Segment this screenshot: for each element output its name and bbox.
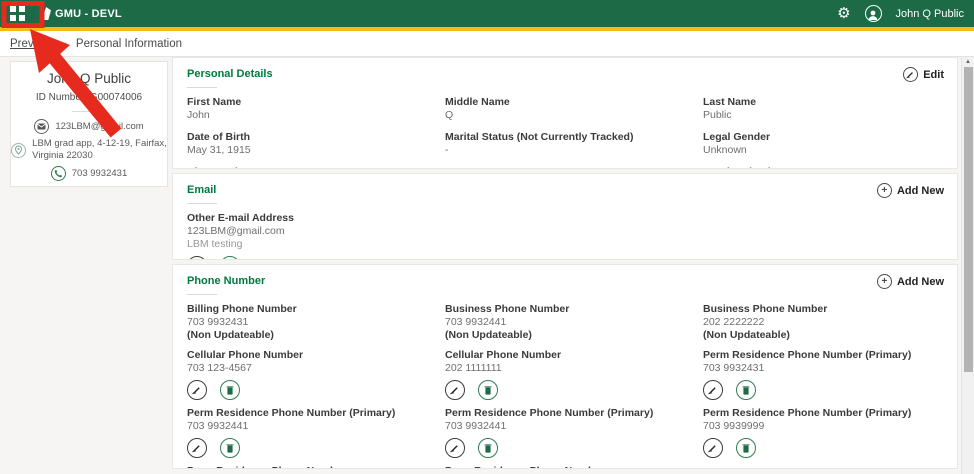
profile-email: 123LBM@gmail.com bbox=[55, 121, 144, 132]
field-chosen-first-name: Chosen First Name- bbox=[187, 166, 445, 168]
edit-personal-details-button[interactable]: Edit bbox=[903, 67, 944, 82]
personal-details-title: Personal Details bbox=[187, 68, 273, 80]
email-entry: Other E-mail Address 123LBM@gmail.com LB… bbox=[187, 212, 943, 259]
app-menu-button[interactable] bbox=[0, 0, 34, 27]
add-email-button[interactable]: + Add New bbox=[876, 183, 944, 198]
edit-entry-button[interactable] bbox=[187, 438, 207, 458]
phone-entry: Cellular Phone Number 703 123-4567 bbox=[187, 349, 445, 400]
field-first-name: First Name John bbox=[187, 96, 242, 121]
location-icon bbox=[11, 142, 27, 158]
app-header: GMU - DEVL ⚙ John Q Public bbox=[0, 0, 974, 27]
email-section: Email + Add New Other E-mail Address 123… bbox=[172, 173, 958, 260]
edit-entry-button[interactable] bbox=[187, 380, 207, 400]
phone-entry: Business Phone Number 703 9932441 (Non Upd… bbox=[445, 303, 570, 341]
phone-entry: Business Phone Number 202 2222222 (Non Upd… bbox=[703, 303, 828, 341]
user-name-label[interactable]: John Q Public bbox=[896, 8, 964, 20]
field-pronouns: Pronouns- bbox=[445, 166, 703, 168]
field-gender-identity: Gender Identity- bbox=[703, 166, 943, 168]
field-middle-name: Middle Name Q bbox=[445, 96, 510, 121]
profile-address-line2: Virginia 22030 bbox=[32, 150, 93, 161]
phone-entry: Billing Phone Number 703 9932431 (Non Upda… bbox=[187, 303, 297, 341]
phone-entry: Perm Residence Phone Number703 9931000 bbox=[445, 465, 703, 468]
add-phone-button[interactable]: + Add New bbox=[876, 274, 944, 289]
breadcrumb-previous-link[interactable]: Previous bbox=[10, 38, 55, 50]
field-last-name: Last Name Public bbox=[703, 96, 757, 121]
field-legal-gender: Legal Gender Unknown bbox=[703, 131, 771, 156]
edit-entry-button[interactable] bbox=[703, 438, 723, 458]
environment-title: GMU - DEVL bbox=[55, 7, 122, 20]
delete-entry-button[interactable] bbox=[220, 256, 240, 259]
profile-name: John Q Public bbox=[46, 71, 132, 86]
breadcrumb-separator: • bbox=[63, 38, 67, 49]
field-marital-status: Marital Status (Not Currently Tracked) - bbox=[445, 131, 634, 156]
profile-card: John Q Public ID Number: G00074006 123LB… bbox=[10, 61, 168, 187]
scrollbar-thumb[interactable] bbox=[964, 67, 973, 372]
email-title: Email bbox=[187, 184, 217, 196]
delete-entry-button[interactable] bbox=[478, 438, 498, 458]
vertical-scrollbar[interactable]: ▲ bbox=[961, 57, 974, 474]
user-avatar-icon[interactable] bbox=[864, 5, 882, 22]
app-logo-icon bbox=[42, 7, 51, 20]
edit-entry-button[interactable] bbox=[187, 256, 207, 259]
phone-entry: Perm Residence Phone Number (Primary) 703… bbox=[187, 407, 445, 458]
delete-entry-button[interactable] bbox=[478, 380, 498, 400]
phone-entry: Perm Residence Phone Number (Primary) 703… bbox=[703, 407, 943, 458]
phone-icon bbox=[50, 166, 66, 181]
profile-phone: 703 9932431 bbox=[71, 168, 128, 179]
breadcrumb: Previous • Personal Information bbox=[0, 31, 974, 57]
grid-menu-icon bbox=[9, 6, 25, 21]
delete-entry-button[interactable] bbox=[220, 380, 240, 400]
phone-section: Phone Number + Add New Billing Phone Num… bbox=[172, 264, 958, 469]
phone-entry: Cellular Phone Number 202 1111111 bbox=[445, 349, 703, 400]
delete-entry-button[interactable] bbox=[736, 380, 756, 400]
plus-icon: + bbox=[876, 274, 892, 289]
phone-entry: Perm Residence Phone Number703 9931000 bbox=[187, 465, 445, 468]
email-icon bbox=[34, 119, 50, 134]
plus-icon: + bbox=[876, 183, 892, 198]
profile-id: ID Number: G00074006 bbox=[35, 92, 143, 103]
personal-details-section: Personal Details Edit First Name John Mid… bbox=[172, 57, 958, 169]
scroll-up-icon[interactable]: ▲ bbox=[962, 57, 974, 65]
delete-entry-button[interactable] bbox=[220, 438, 240, 458]
phone-title: Phone Number bbox=[187, 275, 266, 287]
profile-address-line1: LBM grad app, 4-12-19, Fairfax, bbox=[32, 138, 167, 149]
field-date-of-birth: Date of Birth May 31, 1915 bbox=[187, 131, 251, 156]
page: GMU - DEVL ⚙ John Q Public Previous • Pe… bbox=[0, 0, 974, 474]
delete-entry-button[interactable] bbox=[736, 438, 756, 458]
settings-gear-icon[interactable]: ⚙ bbox=[837, 6, 850, 21]
breadcrumb-current: Personal Information bbox=[75, 37, 183, 50]
edit-pencil-icon bbox=[903, 67, 919, 82]
edit-entry-button[interactable] bbox=[445, 438, 465, 458]
phone-entry: Perm Residence Phone Number (Primary) 703… bbox=[703, 349, 943, 400]
phone-entry: Perm Residence Phone Number (Primary) 703… bbox=[445, 407, 703, 458]
edit-entry-button[interactable] bbox=[445, 380, 465, 400]
edit-entry-button[interactable] bbox=[703, 380, 723, 400]
